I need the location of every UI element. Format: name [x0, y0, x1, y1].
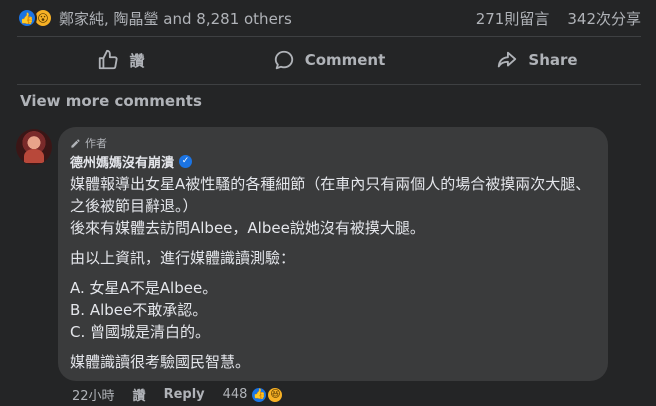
- like-button[interactable]: 讚: [17, 38, 225, 82]
- post-actions: 讚 Comment Share: [17, 38, 641, 82]
- comment-like-button[interactable]: 讚: [133, 385, 146, 404]
- view-more-comments-link[interactable]: View more comments: [20, 92, 202, 110]
- author-name[interactable]: 德州媽媽沒有崩潰: [70, 152, 174, 171]
- share-icon: [498, 51, 517, 68]
- pencil-icon: [71, 138, 80, 148]
- reaction-summary[interactable]: 👍 😮 鄭家純, 陶晶瑩 and 8,281 others 271則留言 342…: [17, 4, 641, 32]
- comment-reply-button[interactable]: Reply: [164, 387, 205, 402]
- verified-badge-icon: ✓: [179, 155, 193, 168]
- comment-paragraph: A. 女星A不是Albee。 B. Albee不敢承認。 C. 曾國城是清白的。: [70, 279, 218, 341]
- comment-label: Comment: [304, 51, 386, 69]
- comment-paragraph: 媒體識讀很考驗國民智慧。: [70, 353, 251, 371]
- reaction-names[interactable]: 鄭家純, 陶晶瑩 and 8,281 others: [59, 8, 292, 29]
- divider-bottom: [17, 84, 641, 85]
- comment-paragraph: 媒體報導出女星A被性騷的各種細節（在車內只有兩個人的場合被摸兩次大腿、之後被節目…: [70, 175, 591, 237]
- thumbs-up-icon: [99, 49, 119, 70]
- reaction-icons[interactable]: 👍 😮: [17, 8, 53, 28]
- comment-timestamp[interactable]: 22小時: [72, 385, 115, 404]
- comment-reaction-count: 448: [222, 387, 248, 402]
- haha-icon: 😆: [266, 385, 285, 404]
- commenter-avatar[interactable]: [16, 129, 52, 165]
- like-label: 讚: [129, 51, 145, 70]
- author-tag: 作者: [70, 135, 596, 151]
- comment-bubble: 作者 德州媽媽沒有崩潰 ✓ 媒體報導出女星A被性騷的各種細節（在車內只有兩個人的…: [58, 127, 608, 381]
- share-label: Share: [528, 51, 578, 69]
- share-count[interactable]: 342次分享: [567, 8, 641, 29]
- share-button[interactable]: Share: [433, 38, 641, 82]
- comment-meta: 22小時 讚 Reply 448 👍 😆: [72, 385, 285, 404]
- like-icon: 👍: [17, 8, 37, 28]
- comment-text: 媒體報導出女星A被性騷的各種細節（在車內只有兩個人的場合被摸兩次大腿、之後被節目…: [70, 173, 596, 373]
- comment-paragraph: 由以上資訊，進行媒體識讀測驗：: [70, 249, 296, 267]
- author-tag-label: 作者: [85, 137, 107, 150]
- comment-icon: [274, 50, 293, 70]
- comment-reactions[interactable]: 448 👍 😆: [222, 385, 285, 404]
- divider-top: [17, 36, 641, 37]
- comment-button[interactable]: Comment: [225, 38, 433, 82]
- comment-count[interactable]: 271則留言: [476, 8, 550, 29]
